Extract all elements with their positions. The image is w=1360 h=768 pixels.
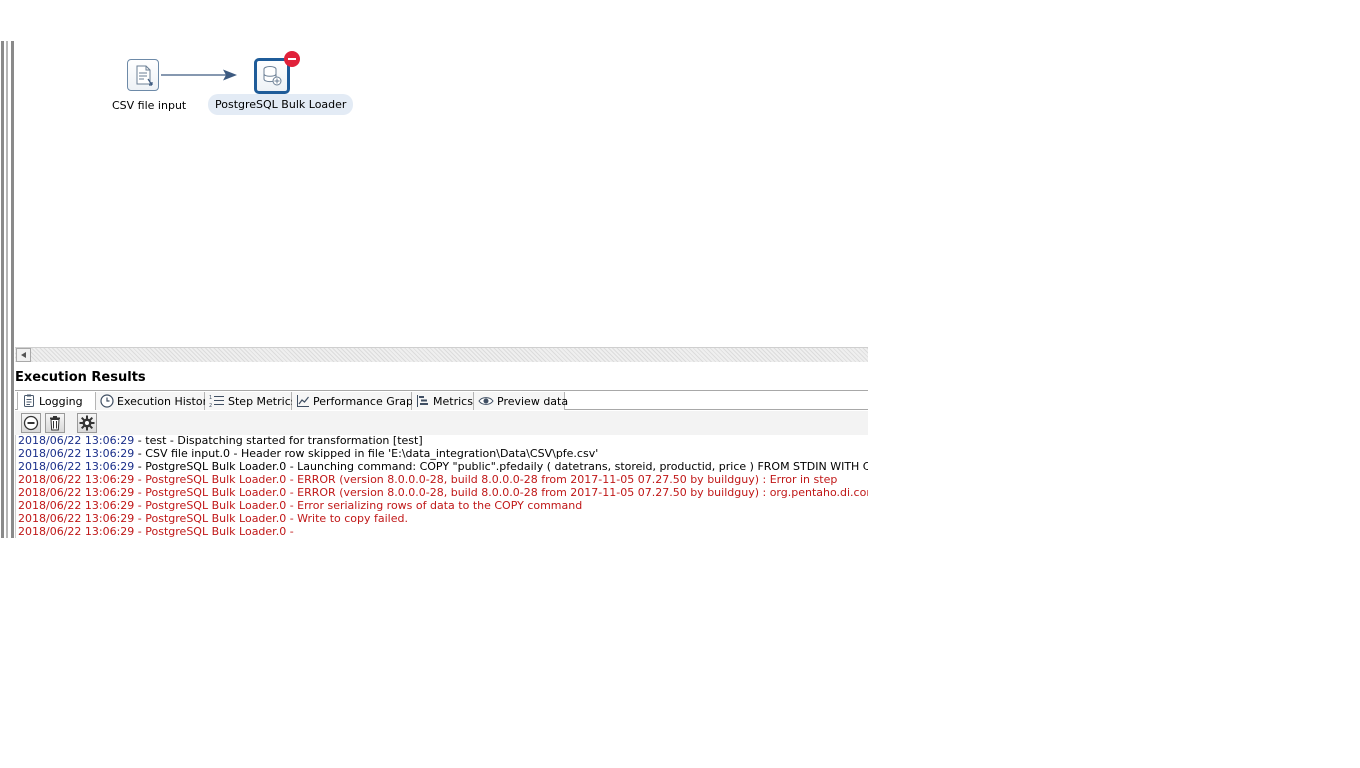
step-label: CSV file input xyxy=(112,99,187,112)
log-timestamp: 2018/06/22 13:06:29 xyxy=(18,460,135,473)
tab-performance-graph[interactable]: Performance Graph xyxy=(292,392,420,410)
svg-text:2: 2 xyxy=(209,403,212,408)
log-timestamp: 2018/06/22 13:06:29 xyxy=(18,447,135,460)
metrics-icon xyxy=(417,395,428,407)
log-line: 2018/06/22 13:06:29 - PostgreSQL Bulk Lo… xyxy=(18,460,868,473)
log-message: - PostgreSQL Bulk Loader.0 - Write to co… xyxy=(134,512,408,525)
log-line-error: 2018/06/22 13:06:29 - PostgreSQL Bulk Lo… xyxy=(18,525,294,538)
tab-label: Execution History xyxy=(117,394,214,408)
tab-step-metrics[interactable]: 1 2 Step Metrics xyxy=(205,392,296,410)
clock-icon xyxy=(100,394,114,408)
log-line-error: 2018/06/22 13:06:29 - PostgreSQL Bulk Lo… xyxy=(18,499,582,512)
tab-execution-history[interactable]: Execution History xyxy=(96,392,214,410)
canvas-horizontal-scrollbar[interactable] xyxy=(15,347,868,362)
log-timestamp: 2018/06/22 13:06:29 xyxy=(18,525,135,538)
log-line-error: 2018/06/22 13:06:29 - PostgreSQL Bulk Lo… xyxy=(18,473,837,486)
log-message: - PostgreSQL Bulk Loader.0 - ERROR (vers… xyxy=(134,473,838,486)
log-timestamp: 2018/06/22 13:06:29 xyxy=(18,435,135,447)
list-icon: 1 2 xyxy=(209,395,224,408)
trash-icon xyxy=(50,416,60,431)
scroll-left-button[interactable] xyxy=(16,348,31,362)
tab-label: Preview data xyxy=(497,394,569,408)
step-label: PostgreSQL Bulk Loader xyxy=(208,94,354,115)
log-timestamp: 2018/06/22 13:06:29 xyxy=(18,499,135,512)
logging-icon xyxy=(24,394,34,407)
svg-text:1: 1 xyxy=(209,395,212,401)
error-badge-icon xyxy=(284,51,300,67)
log-line: 2018/06/22 13:06:29 - test - Dispatching… xyxy=(18,435,423,447)
tab-label: Performance Graph xyxy=(313,394,420,408)
log-message: - CSV file input.0 - Header row skipped … xyxy=(134,447,599,460)
log-line-error: 2018/06/22 13:06:29 - PostgreSQL Bulk Lo… xyxy=(18,486,868,499)
tab-metrics[interactable]: Metrics xyxy=(412,392,474,410)
log-message: - PostgreSQL Bulk Loader.0 - Launching c… xyxy=(137,460,868,473)
csv-file-icon[interactable] xyxy=(127,59,159,91)
execution-results-tabs: Logging Execution History 1 2 Step Metri… xyxy=(15,390,868,410)
log-message: - PostgreSQL Bulk Loader.0 - xyxy=(134,525,294,538)
stop-button[interactable] xyxy=(21,413,41,433)
log-message: - test - Dispatching started for transfo… xyxy=(134,435,423,447)
log-timestamp: 2018/06/22 13:06:29 xyxy=(18,512,135,525)
tab-label: Metrics xyxy=(433,394,473,408)
log-settings-button[interactable] xyxy=(77,413,97,433)
log-line: 2018/06/22 13:06:29 - CSV file input.0 -… xyxy=(18,447,598,460)
log-line-error: 2018/06/22 13:06:29 - PostgreSQL Bulk Lo… xyxy=(18,512,408,525)
tab-label: Step Metrics xyxy=(228,394,297,408)
graph-icon xyxy=(297,395,309,407)
clear-log-button[interactable] xyxy=(45,413,65,433)
tab-logging[interactable]: Logging xyxy=(17,392,96,410)
left-panel-divider[interactable] xyxy=(0,41,14,538)
transformation-canvas[interactable]: CSV file input PostgreSQL Bulk Loader xyxy=(15,41,868,347)
logging-toolbar xyxy=(15,411,868,435)
stop-icon xyxy=(23,415,39,431)
tab-preview-data[interactable]: Preview data xyxy=(474,392,569,410)
log-message: - PostgreSQL Bulk Loader.0 - ERROR (vers… xyxy=(137,486,868,499)
execution-results-title: Execution Results xyxy=(15,370,146,385)
log-timestamp: 2018/06/22 13:06:29 xyxy=(18,473,135,486)
gear-icon xyxy=(79,415,95,431)
log-timestamp: 2018/06/22 13:06:29 xyxy=(18,486,135,499)
tab-label: Logging xyxy=(39,394,83,408)
log-message: - PostgreSQL Bulk Loader.0 - Error seria… xyxy=(134,499,583,512)
eye-icon xyxy=(478,397,494,405)
log-output[interactable]: 2018/06/22 13:06:29 - test - Dispatching… xyxy=(15,435,868,538)
